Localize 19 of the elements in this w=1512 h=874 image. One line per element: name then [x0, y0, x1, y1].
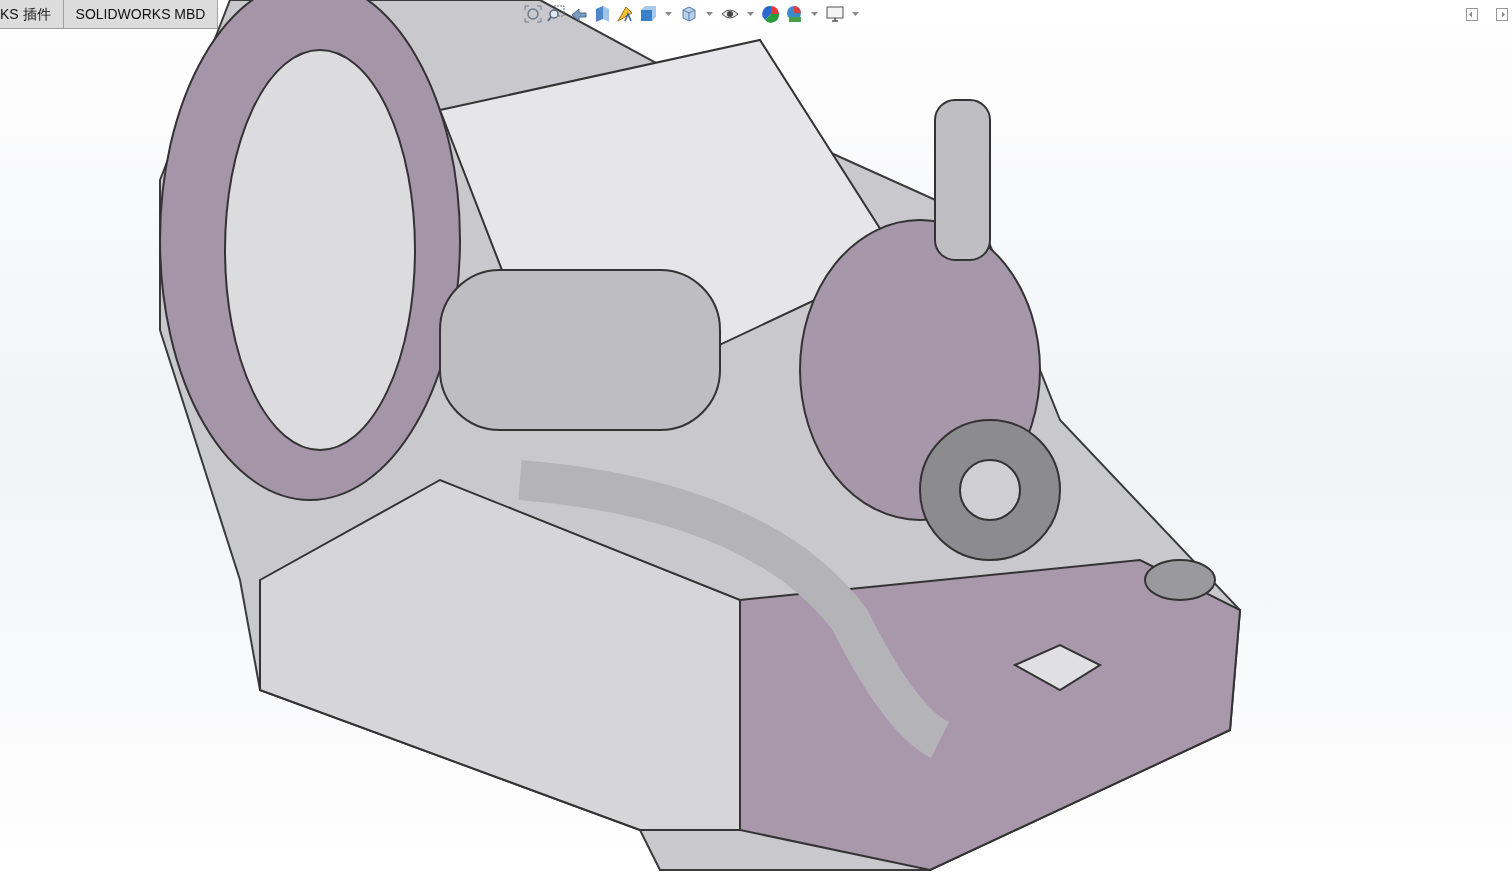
caret-icon[interactable] [852, 11, 859, 17]
zoom-to-fit-icon[interactable] [524, 5, 542, 23]
previous-view-icon[interactable] [570, 5, 588, 23]
caret-icon[interactable] [747, 11, 754, 17]
monitor-icon[interactable] [826, 5, 844, 23]
collapse-left-icon[interactable] [1466, 8, 1478, 21]
caret-icon[interactable] [706, 11, 713, 17]
scene-icon[interactable] [785, 5, 803, 23]
display-style-icon[interactable] [639, 5, 657, 23]
zoom-area-icon[interactable] [547, 5, 565, 23]
command-tab[interactable]: SOLIDWORKS MBD [63, 0, 219, 29]
caret-icon[interactable] [811, 11, 818, 17]
caret-icon[interactable] [665, 11, 672, 17]
section-view-icon[interactable] [593, 5, 611, 23]
annotation-view-icon[interactable] [616, 5, 634, 23]
command-tab[interactable]: KS 插件 [0, 0, 64, 29]
collapse-right-icon[interactable] [1496, 8, 1508, 21]
cube-icon[interactable] [680, 5, 698, 23]
appearance-icon[interactable] [762, 5, 780, 23]
